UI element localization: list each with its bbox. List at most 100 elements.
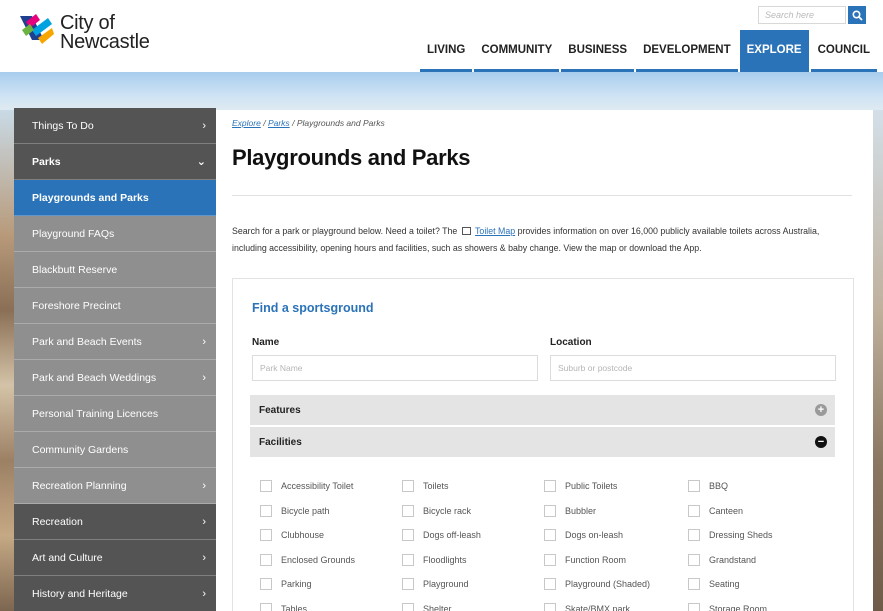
facility-label: Dressing Sheds [709,530,773,541]
sidebar-item-label: Park and Beach Weddings [32,371,157,384]
facility-option[interactable]: BBQ [688,474,828,499]
finder-title: Find a sportsground [252,301,374,315]
search-input[interactable]: Search here [758,6,846,24]
nav-council[interactable]: COUNCIL [810,30,877,72]
sidebar-item-park-beach-weddings[interactable]: Park and Beach Weddings › [14,360,216,396]
sidebar-item-recreation[interactable]: Recreation › [14,504,216,540]
facility-checkbox[interactable] [688,602,700,611]
facility-checkbox[interactable] [544,553,556,566]
logo-text: City of Newcastle [60,13,150,52]
nav-community[interactable]: COMMUNITY [474,30,560,72]
city-logo[interactable]: City of Newcastle [18,10,158,56]
sidebar-item-recreation-planning[interactable]: Recreation Planning › [14,468,216,504]
facility-option[interactable]: Enclosed Grounds [260,548,402,573]
facility-option[interactable]: Canteen [688,499,828,524]
facility-option[interactable]: Clubhouse [260,523,402,548]
sidebar-item-playground-faqs[interactable]: Playground FAQs [14,216,216,252]
sidebar-item-art-culture[interactable]: Art and Culture › [14,540,216,576]
nav-explore[interactable]: EXPLORE [739,30,809,72]
facility-option[interactable]: Storage Room [688,597,828,611]
toilet-map-link[interactable]: Toilet Map [475,226,515,236]
sidebar-item-foreshore-precinct[interactable]: Foreshore Precinct [14,288,216,324]
park-name-input[interactable]: Park Name [252,355,538,381]
nav-living[interactable]: LIVING [420,30,473,72]
chevron-right-icon: › [202,587,206,600]
facilities-accordion[interactable]: Facilities − [250,427,835,457]
facility-option[interactable]: Dogs off-leash [402,523,544,548]
facility-label: Dogs off-leash [423,530,481,541]
search-icon [851,9,863,21]
facility-checkbox[interactable] [402,553,414,566]
logo-mark-icon [20,14,54,44]
facility-checkbox[interactable] [688,553,700,566]
sidebar-item-history-heritage[interactable]: History and Heritage › [14,576,216,611]
facility-option[interactable]: Public Toilets [544,474,688,499]
facility-label: Bubbler [565,505,597,516]
facility-checkbox[interactable] [402,504,414,517]
facility-option[interactable]: Grandstand [688,548,828,573]
facility-option[interactable]: Function Room [544,548,688,573]
sidebar-item-things-to-do[interactable]: Things To Do › [14,108,216,144]
sidebar-item-blackbutt-reserve[interactable]: Blackbutt Reserve [14,252,216,288]
facility-option[interactable]: Parking [260,572,402,597]
facility-option[interactable]: Dogs on-leash [544,523,688,548]
facility-checkbox[interactable] [688,578,700,591]
facility-checkbox[interactable] [402,578,414,591]
facility-checkbox[interactable] [402,529,414,542]
sidebar-item-playgrounds-and-parks[interactable]: Playgrounds and Parks [14,180,216,216]
facility-option[interactable]: Accessibility Toilet [260,474,402,499]
sidebar-item-personal-training[interactable]: Personal Training Licences [14,396,216,432]
sidebar-item-label: Playgrounds and Parks [32,191,149,204]
facility-checkbox[interactable] [260,602,272,611]
facility-option[interactable]: Skate/BMX park [544,597,688,611]
facility-checkbox[interactable] [544,529,556,542]
facility-label: Playground (Shaded) [565,579,651,590]
facility-option[interactable]: Toilets [402,474,544,499]
sidebar-nav: Things To Do › Parks ⌄ Playgrounds and P… [14,108,216,611]
sidebar-item-community-gardens[interactable]: Community Gardens [14,432,216,468]
divider [232,195,852,196]
facility-checkbox[interactable] [688,504,700,517]
chevron-right-icon: › [202,371,206,384]
facility-checkbox[interactable] [260,578,272,591]
nav-development[interactable]: DEVELOPMENT [636,30,738,72]
facility-checkbox[interactable] [544,578,556,591]
facility-checkbox[interactable] [260,504,272,517]
breadcrumb-parks[interactable]: Parks [268,118,290,128]
facility-option[interactable]: Shelter [402,597,544,611]
facility-option[interactable]: Bubbler [544,499,688,524]
facility-checkbox[interactable] [544,480,556,493]
facility-checkbox[interactable] [260,480,272,493]
facility-label: BBQ [709,481,729,492]
location-input[interactable]: Suburb or postcode [550,355,836,381]
facility-option[interactable]: Seating [688,572,828,597]
facility-checkbox[interactable] [544,504,556,517]
facility-option[interactable]: Playground (Shaded) [544,572,688,597]
facility-option[interactable]: Tables [260,597,402,611]
facility-checkbox[interactable] [688,480,700,493]
facility-checkbox[interactable] [260,529,272,542]
facility-label: Public Toilets [565,481,618,492]
facility-checkbox[interactable] [688,529,700,542]
facility-label: Seating [709,579,740,590]
facility-checkbox[interactable] [544,602,556,611]
search-button[interactable] [848,6,866,24]
intro-text-start: Search for a park or playground below. N… [232,226,458,236]
facility-checkbox[interactable] [402,480,414,493]
chevron-right-icon: › [202,551,206,564]
facility-option[interactable]: Bicycle rack [402,499,544,524]
facility-option[interactable]: Playground [402,572,544,597]
chevron-right-icon: › [202,335,206,348]
collapse-minus-icon[interactable]: − [815,436,827,448]
sidebar-item-park-beach-events[interactable]: Park and Beach Events › [14,324,216,360]
facility-checkbox[interactable] [260,553,272,566]
breadcrumb-explore[interactable]: Explore [232,118,261,128]
nav-business[interactable]: BUSINESS [561,30,635,72]
features-accordion[interactable]: Features + [250,395,835,425]
sidebar-item-parks[interactable]: Parks ⌄ [14,144,216,180]
facility-option[interactable]: Dressing Sheds [688,523,828,548]
expand-plus-icon[interactable]: + [815,404,827,416]
facility-option[interactable]: Bicycle path [260,499,402,524]
facility-option[interactable]: Floodlights [402,548,544,573]
facility-checkbox[interactable] [402,602,414,611]
